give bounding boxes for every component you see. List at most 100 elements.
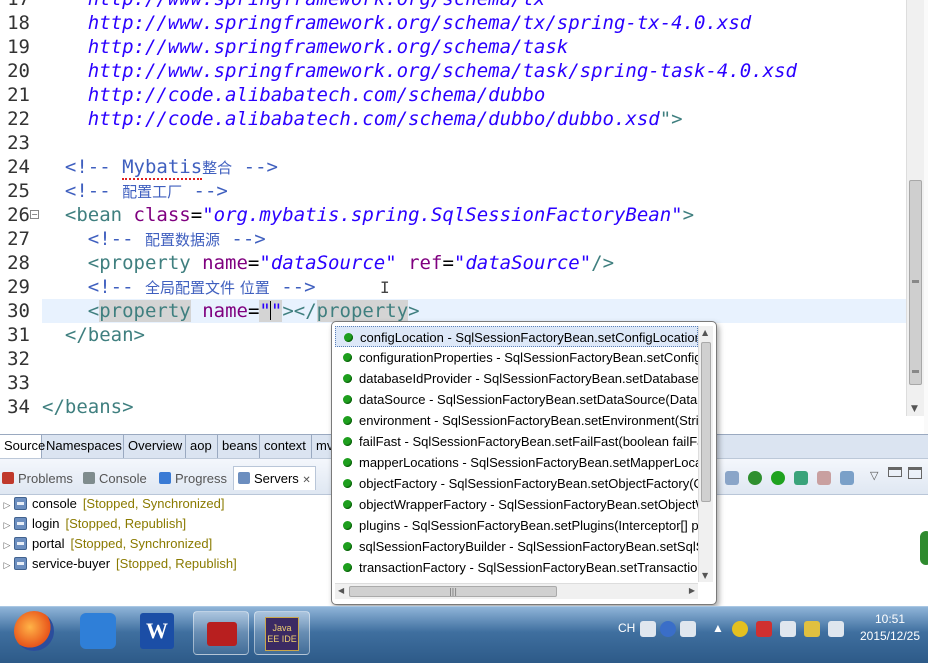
code-line[interactable]: http://www.springframework.org/schema/ta… xyxy=(42,35,908,59)
completion-item[interactable]: failFast - SqlSessionFactoryBean.setFail… xyxy=(335,431,698,452)
code-token: <property xyxy=(87,252,203,274)
tab-source[interactable]: Source xyxy=(0,435,45,459)
system-clock[interactable]: 10:51 2015/12/25 xyxy=(852,611,928,645)
scroll-up-arrow-icon[interactable]: ▲ xyxy=(702,328,708,337)
code-line[interactable]: <!-- 配置工厂 --> xyxy=(42,179,908,203)
firefox-icon[interactable] xyxy=(14,611,54,651)
code-token: ref xyxy=(408,252,443,274)
completion-item[interactable]: transactionFactory - SqlSessionFactoryBe… xyxy=(335,557,698,578)
completion-item[interactable]: configurationProperties - SqlSessionFact… xyxy=(335,347,698,368)
popup-vertical-scrollbar[interactable]: ▲ ▼ xyxy=(698,326,713,582)
keyboard-icon[interactable] xyxy=(640,621,656,637)
code-line[interactable]: http://www.springframework.org/schema/tx xyxy=(42,0,908,11)
popup-horizontal-scrollbar[interactable]: ◀ ||| ▶ xyxy=(335,583,698,599)
popup-hscroll-thumb[interactable]: ||| xyxy=(349,586,557,597)
tab-beans[interactable]: beans xyxy=(218,435,260,459)
expand-arrow-icon[interactable]: ▷ xyxy=(0,555,14,575)
expand-arrow-icon[interactable]: ▷ xyxy=(0,535,14,555)
line-number: 18 xyxy=(7,12,30,34)
code-line[interactable]: <!-- 全局配置文件 位置 --> xyxy=(42,275,908,299)
volume-icon[interactable] xyxy=(828,621,844,637)
stop-icon[interactable] xyxy=(817,471,831,485)
completion-item[interactable]: mapperLocations - SqlSessionFactoryBean.… xyxy=(335,452,698,473)
help-icon[interactable] xyxy=(660,621,676,637)
fold-toggle-icon[interactable]: − xyxy=(30,210,39,219)
code-line[interactable]: http://code.alibabatech.com/schema/dubbo… xyxy=(42,107,908,131)
view-menu-icon[interactable]: ▽ xyxy=(870,469,878,482)
code-line[interactable]: http://code.alibabatech.com/schema/dubbo xyxy=(42,83,908,107)
completion-item[interactable]: databaseIdProvider - SqlSessionFactoryBe… xyxy=(335,368,698,389)
code-line[interactable]: <!-- 配置数据源 --> xyxy=(42,227,908,251)
javaee-ide-icon: Java EE IDE xyxy=(265,617,299,651)
windows-taskbar: W Java EE IDE CH ▲ 10:51 2015/12/25 xyxy=(0,606,928,663)
tab-context[interactable]: context xyxy=(260,435,312,459)
security-icon[interactable] xyxy=(732,621,748,637)
language-indicator[interactable]: CH xyxy=(618,621,635,635)
completion-item[interactable]: objectFactory - SqlSessionFactoryBean.se… xyxy=(335,473,698,494)
word-icon[interactable]: W xyxy=(140,613,174,649)
expand-arrow-icon[interactable]: ▷ xyxy=(0,495,14,515)
server-row[interactable]: ▷ console [Stopped, Synchronized] xyxy=(0,494,225,515)
completion-item[interactable]: objectWrapperFactory - SqlSessionFactory… xyxy=(335,494,698,515)
settings-icon[interactable] xyxy=(680,621,696,637)
server-row[interactable]: ▷ service-buyer [Stopped, Republish] xyxy=(0,554,237,574)
server-row[interactable]: ▷ login [Stopped, Republish] xyxy=(0,514,187,535)
code-line[interactable]: <bean class="org.mybatis.spring.SqlSessi… xyxy=(42,203,908,227)
content-assist-popup[interactable]: configLocation - SqlSessionFactoryBean.s… xyxy=(331,321,717,605)
code-line[interactable] xyxy=(42,131,908,155)
code-token: http://code.alibabatech.com/schema/dubbo xyxy=(87,84,546,106)
close-icon[interactable]: ✕ xyxy=(302,475,310,486)
completion-item[interactable]: environment - SqlSessionFactoryBean.setE… xyxy=(335,410,698,431)
code-token: <!-- xyxy=(64,156,123,178)
completion-item[interactable]: plugins - SqlSessionFactoryBean.setPlugi… xyxy=(335,515,698,536)
line-number: 32 xyxy=(7,348,30,370)
scroll-left-arrow-icon[interactable]: ◀ xyxy=(338,586,344,595)
tab-overview[interactable]: Overview xyxy=(124,435,186,459)
new-server-icon[interactable] xyxy=(725,471,739,485)
ruler-mark[interactable] xyxy=(912,280,919,283)
code-line[interactable]: <!-- Mybatis整合 --> xyxy=(42,155,908,180)
code-token: http://www.springframework.org/schema/ta… xyxy=(87,36,569,58)
tab-progress[interactable]: Progress xyxy=(159,467,227,491)
maximize-icon[interactable] xyxy=(908,467,922,479)
scroll-right-arrow-icon[interactable]: ▶ xyxy=(689,586,695,595)
tab-namespaces[interactable]: Namespaces xyxy=(42,435,124,459)
toolbox-taskbar-button[interactable] xyxy=(193,611,249,655)
popup-scroll-thumb[interactable] xyxy=(701,342,711,502)
tab-servers[interactable]: Servers ✕ xyxy=(233,466,316,490)
server-row[interactable]: ▷ portal [Stopped, Synchronized] xyxy=(0,534,213,555)
scroll-down-arrow-icon[interactable]: ▼ xyxy=(911,404,918,414)
line-number: 17 xyxy=(0,0,30,11)
debug-icon[interactable] xyxy=(748,471,762,485)
code-token: </beans> xyxy=(42,396,134,418)
code-token: --> xyxy=(182,180,228,202)
code-line[interactable]: http://www.springframework.org/schema/tx… xyxy=(42,11,908,35)
ruler-mark[interactable] xyxy=(912,370,919,373)
completion-item[interactable]: configLocation - SqlSessionFactoryBean.s… xyxy=(335,326,698,347)
completion-item[interactable]: sqlSessionFactoryBuilder - SqlSessionFac… xyxy=(335,536,698,557)
code-line[interactable]: <property name="dataSource" ref="dataSou… xyxy=(42,251,908,275)
expand-arrow-icon[interactable]: ▷ xyxy=(0,515,14,535)
start-icon[interactable] xyxy=(771,471,785,485)
tab-aop[interactable]: aop xyxy=(186,435,218,459)
network-warning-icon[interactable] xyxy=(756,621,772,637)
completion-item[interactable]: dataSource - SqlSessionFactoryBean.setDa… xyxy=(335,389,698,410)
tab-console[interactable]: Console xyxy=(83,467,147,491)
pen-app-icon[interactable] xyxy=(80,613,116,649)
device-icon[interactable] xyxy=(780,621,796,637)
minimize-icon[interactable] xyxy=(888,467,902,477)
completion-item-label: configLocation - SqlSessionFactoryBean.s… xyxy=(360,330,697,345)
profile-icon[interactable] xyxy=(794,471,808,485)
scroll-down-arrow-icon[interactable]: ▼ xyxy=(702,571,708,580)
code-line[interactable]: <property name=""></property> xyxy=(42,299,908,323)
completion-list[interactable]: configLocation - SqlSessionFactoryBean.s… xyxy=(335,326,698,582)
tab-problems[interactable]: Problems xyxy=(2,467,73,491)
editor-vertical-scrollbar[interactable]: ▼ xyxy=(906,0,924,416)
publish-icon[interactable] xyxy=(840,471,854,485)
tray-expand-icon[interactable]: ▲ xyxy=(712,621,724,635)
signal-icon[interactable] xyxy=(804,621,820,637)
code-line[interactable]: http://www.springframework.org/schema/ta… xyxy=(42,59,908,83)
eclipse-taskbar-button[interactable]: Java EE IDE xyxy=(254,611,310,655)
